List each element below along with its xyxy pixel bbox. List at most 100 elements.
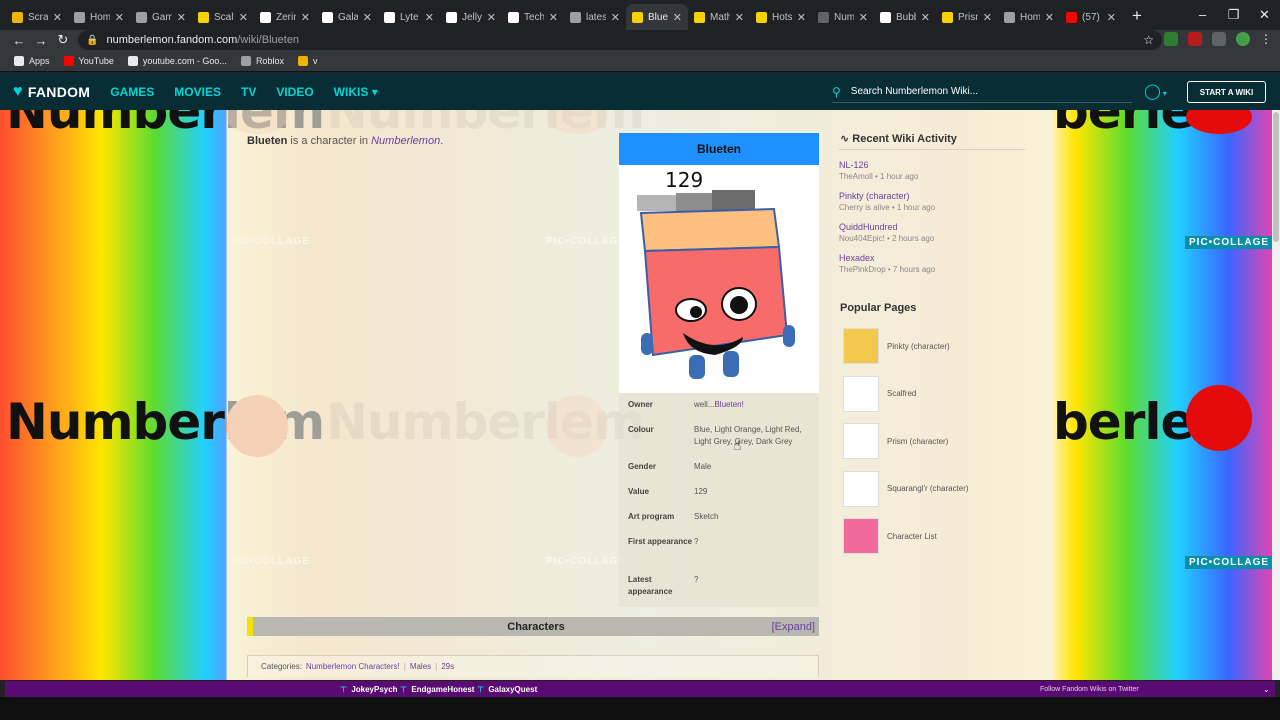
numberlemon-link[interactable]: Numberlemon (371, 135, 440, 147)
fandom-logo[interactable]: ♥ FANDOM (13, 83, 90, 101)
close-icon[interactable]: ✕ (1107, 11, 1116, 24)
taskbar (0, 697, 1280, 720)
category-link[interactable]: 29s (441, 662, 454, 671)
search-input[interactable]: Search Numberlemon Wiki... (851, 86, 978, 97)
character-image[interactable]: 129 (619, 165, 819, 393)
browser-tab[interactable]: Scrat ✕ (6, 4, 68, 30)
reload-button[interactable]: ↻ (52, 32, 74, 48)
close-icon[interactable]: ✕ (301, 11, 310, 24)
browser-tab[interactable]: Bubb ✕ (874, 4, 936, 30)
category-link[interactable]: Numberlemon Characters! (306, 662, 400, 671)
activity-page-link[interactable]: Hexadex (839, 253, 935, 263)
close-icon[interactable]: ✕ (239, 11, 248, 24)
popular-page-item[interactable]: Squarangl'r (character) (843, 470, 969, 507)
category-link[interactable]: Males (410, 662, 431, 671)
browser-tab[interactable]: Prism ✕ (936, 4, 998, 30)
close-icon[interactable]: ✕ (735, 11, 744, 24)
nav-movies[interactable]: MOVIES (174, 85, 221, 99)
url-bar[interactable]: 🔒 numberlemon.fandom.com/wiki/Blueten ☆ (78, 30, 1162, 50)
browser-tab[interactable]: Game ✕ (130, 4, 192, 30)
user-avatar-icon: ◯ (1144, 83, 1161, 100)
browser-tab[interactable]: Scalf ✕ (192, 4, 254, 30)
bookmark-item[interactable]: youtube.com - Goo... (127, 55, 227, 66)
bookmark-item[interactable]: Roblox (240, 55, 284, 66)
expand-button[interactable]: [Expand] (772, 621, 815, 633)
browser-tab[interactable]: Bluet ✕ (626, 4, 688, 30)
browser-tab[interactable]: Math ✕ (688, 4, 750, 30)
browser-tab[interactable]: Tech ✕ (502, 4, 564, 30)
close-icon[interactable]: ✕ (549, 11, 558, 24)
browser-tab[interactable]: Hom ✕ (68, 4, 130, 30)
close-icon[interactable]: ✕ (1045, 11, 1054, 24)
divider (839, 149, 1025, 150)
footer-wiki-link[interactable]: ⊤ JokeyPsych (340, 685, 398, 694)
adblock-icon[interactable] (1188, 32, 1202, 46)
close-icon[interactable]: ✕ (425, 11, 434, 24)
browser-tab[interactable]: Num ✕ (812, 4, 874, 30)
infobox-value-text: well... (694, 400, 715, 409)
close-icon[interactable]: ✕ (363, 11, 372, 24)
footer-wiki-link[interactable]: ⊤ GalaxyQuest (477, 685, 537, 694)
back-button[interactable]: ← (8, 33, 30, 48)
activity-page-link[interactable]: QuiddHundred (839, 222, 934, 232)
browser-tab[interactable]: Zerin ✕ (254, 4, 316, 30)
scrollbar-thumb[interactable] (1273, 112, 1279, 242)
close-icon[interactable]: ✕ (53, 11, 62, 24)
bookmark-item[interactable]: Apps (14, 55, 50, 66)
restore-button[interactable]: ❐ (1218, 0, 1249, 30)
character-number-label: 129 (665, 168, 703, 192)
tab-favicon-icon (942, 11, 953, 23)
close-icon[interactable]: ✕ (115, 11, 124, 24)
browser-tab[interactable]: Lyte ✕ (378, 4, 440, 30)
nav-wikis[interactable]: WIKIS ▾ (334, 85, 378, 99)
browser-tab[interactable]: Hom ✕ (998, 4, 1060, 30)
browser-tab[interactable]: (57) ✕ (1060, 4, 1122, 30)
nav-games[interactable]: GAMES (110, 85, 154, 99)
bookmark-star-icon[interactable]: ☆ (1143, 33, 1154, 47)
user-menu[interactable]: ◯ ▾ (1144, 82, 1167, 100)
browser-tab[interactable]: Hots ✕ (750, 4, 812, 30)
browser-menu-icon[interactable]: ⋮ (1260, 32, 1272, 46)
nav-tv[interactable]: TV (241, 85, 256, 99)
bookmark-item[interactable]: YouTube (63, 55, 114, 66)
fandom-icon: ⊤ (400, 684, 408, 694)
collapse-icon[interactable]: ⌄ (1263, 685, 1270, 694)
activity-page-link[interactable]: Pinkty (character) (839, 191, 935, 201)
profile-avatar-icon[interactable] (1236, 32, 1250, 46)
new-tab-button[interactable]: + (1122, 6, 1152, 30)
fandom-heart-icon: ♥ (13, 82, 23, 100)
infobox-value-link[interactable]: Blueten! (714, 400, 743, 409)
popular-pages-title: Popular Pages (840, 302, 917, 314)
bookmark-item[interactable]: v (297, 55, 317, 66)
extension-icon[interactable] (1164, 32, 1178, 46)
close-icon[interactable]: ✕ (177, 11, 186, 24)
browser-tab[interactable]: Jelly ✕ (440, 4, 502, 30)
nav-video[interactable]: VIDEO (276, 85, 313, 99)
close-window-button[interactable]: ✕ (1249, 0, 1280, 30)
forward-button[interactable]: → (30, 33, 52, 48)
close-icon[interactable]: ✕ (859, 11, 868, 24)
popular-page-item[interactable]: Prism (character) (843, 423, 948, 459)
start-a-wiki-button[interactable]: START A WIKI (1187, 81, 1266, 103)
reading-list-icon[interactable] (1212, 32, 1226, 46)
follow-twitter-link[interactable]: Follow Fandom Wikis on Twitter (1040, 686, 1139, 693)
close-icon[interactable]: ✕ (921, 11, 930, 24)
tab-title: Zerin (276, 11, 296, 23)
tab-title: Tech (524, 11, 544, 23)
close-icon[interactable]: ✕ (611, 11, 620, 24)
close-icon[interactable]: ✕ (983, 11, 992, 24)
footer-wiki-link[interactable]: ⊤ EndgameHonest (400, 685, 474, 694)
browser-tab[interactable]: Gala ✕ (316, 4, 378, 30)
browser-tab[interactable]: lates ✕ (564, 4, 626, 30)
popular-page-item[interactable]: Character List (843, 518, 937, 554)
popular-page-item[interactable]: Pinkty (character) (843, 328, 950, 364)
activity-page-link[interactable]: NL-126 (839, 160, 918, 170)
wiki-search[interactable]: ⚲ Search Numberlemon Wiki... (832, 81, 1132, 103)
tab-favicon-icon (12, 11, 23, 23)
close-icon[interactable]: ✕ (673, 11, 682, 24)
popular-page-item[interactable]: Scalfred (843, 375, 916, 412)
close-icon[interactable]: ✕ (487, 11, 496, 24)
close-icon[interactable]: ✕ (797, 11, 806, 24)
minimize-button[interactable]: – (1187, 0, 1218, 30)
bookmark-icon (297, 55, 308, 66)
